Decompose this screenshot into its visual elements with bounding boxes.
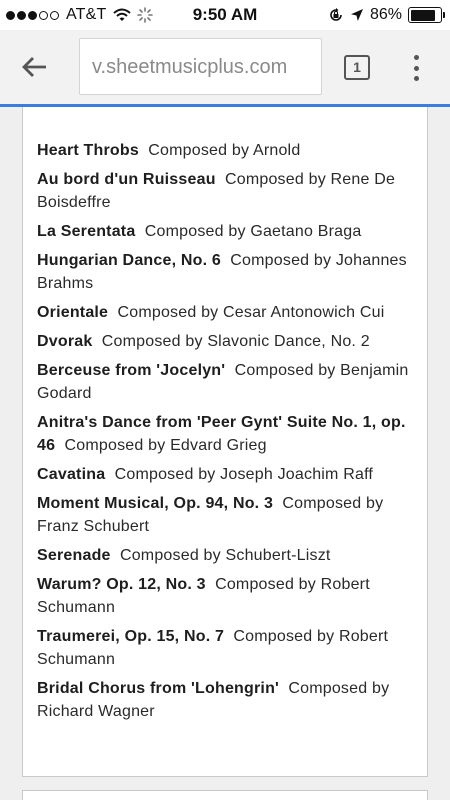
url-bar[interactable]: v.sheetmusicplus.com [79, 38, 322, 95]
piece-title: Bridal Chorus from 'Lohengrin' [37, 680, 280, 697]
tab-switcher-button[interactable]: 1 [344, 55, 370, 80]
list-item: Dvorak Composed by Slavonic Dance, No. 2 [37, 330, 427, 353]
piece-title: Traumerei, Op. 15, No. 7 [37, 628, 225, 645]
arrow-left-icon [22, 57, 46, 77]
list-item: Anitra's Dance from 'Peer Gynt' Suite No… [37, 411, 427, 457]
piece-list: Heart Throbs Composed by Arnold Au bord d… [37, 139, 427, 729]
piece-title: Heart Throbs [37, 142, 139, 159]
list-item: Heart Throbs Composed by Arnold [37, 139, 427, 162]
browser-toolbar: v.sheetmusicplus.com 1 [0, 30, 450, 104]
list-item: Hungarian Dance, No. 6 Composed by Johan… [37, 249, 427, 295]
piece-title: Serenade [37, 547, 111, 564]
status-bar-right: 86% [322, 6, 445, 24]
piece-title: Berceuse from 'Jocelyn' [37, 362, 226, 379]
list-item: Bridal Chorus from 'Lohengrin' Composed … [37, 677, 427, 723]
piece-title: La Serentata [37, 223, 136, 240]
back-button[interactable] [18, 50, 52, 84]
piece-title: Hungarian Dance, No. 6 [37, 252, 221, 269]
piece-composer: Composed by Cesar Antonowich Cui [117, 304, 385, 321]
piece-composer: Composed by Gaetano Braga [144, 223, 362, 240]
piece-title: Warum? Op. 12, No. 3 [37, 576, 206, 593]
battery-percent: 86% [369, 6, 402, 23]
list-item: Cavatina Composed by Joseph Joachim Raff [37, 463, 427, 486]
piece-title: Dvorak [37, 333, 93, 350]
piece-title: Moment Musical, Op. 94, No. 3 [37, 495, 274, 512]
list-item: Warum? Op. 12, No. 3 Composed by Robert … [37, 573, 427, 619]
product-contents-card: Heart Throbs Composed by Arnold Au bord d… [22, 107, 428, 777]
status-bar: AT&T 9:50 AM 86% [0, 0, 450, 30]
location-arrow-icon [350, 9, 363, 21]
next-section-card [22, 790, 428, 800]
list-item: Orientale Composed by Cesar Antonowich C… [37, 301, 427, 324]
list-item: Au bord d'un Ruisseau Composed by Rene D… [37, 168, 427, 214]
list-item: La Serentata Composed by Gaetano Braga [37, 220, 427, 243]
piece-title: Au bord d'un Ruisseau [37, 171, 216, 188]
list-item: Traumerei, Op. 15, No. 7 Composed by Rob… [37, 625, 427, 671]
list-item: Berceuse from 'Jocelyn' Composed by Benj… [37, 359, 427, 405]
piece-title: Cavatina [37, 466, 106, 483]
list-item: Serenade Composed by Schubert-Liszt [37, 544, 427, 567]
piece-composer: Composed by Arnold [148, 142, 301, 159]
piece-title: Orientale [37, 304, 109, 321]
rotation-lock-icon [330, 8, 342, 21]
piece-composer: Composed by Edvard Grieg [64, 437, 267, 454]
url-text[interactable]: v.sheetmusicplus.com [92, 56, 287, 79]
piece-composer: Composed by Schubert-Liszt [119, 547, 331, 564]
list-item: Moment Musical, Op. 94, No. 3 Composed b… [37, 492, 427, 538]
piece-composer: Composed by Joseph Joachim Raff [114, 466, 374, 483]
more-vert-icon[interactable] [406, 52, 426, 84]
piece-composer: Composed by Slavonic Dance, No. 2 [101, 333, 370, 350]
battery-icon [408, 7, 445, 23]
